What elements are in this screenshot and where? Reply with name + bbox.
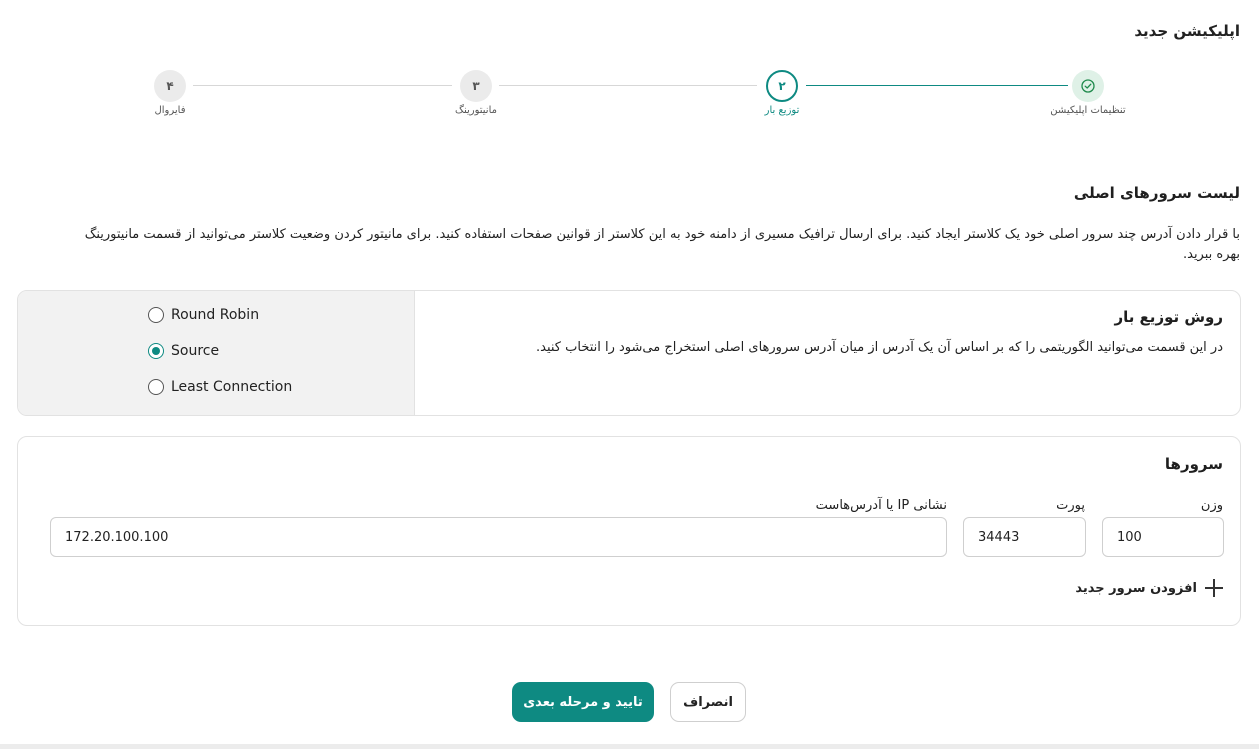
stepper-connector-done <box>806 85 1068 86</box>
radio-label: Least Connection <box>171 379 293 395</box>
weight-label: وزن <box>1200 498 1223 513</box>
port-label: پورت <box>1056 498 1085 513</box>
add-server-label: افزودن سرور جدید <box>1075 580 1197 596</box>
radio-label: Source <box>171 343 220 359</box>
page-title: اپلیکیشن جدید <box>1134 22 1240 40</box>
load-balancing-title: روش توزیع بار <box>1114 308 1223 326</box>
step-1-label: تنظیمات اپلیکیشن <box>1050 105 1126 116</box>
cancel-button[interactable]: انصراف <box>670 682 746 722</box>
load-balancing-options: Round Robin Source Least Connection <box>18 291 415 415</box>
bottom-divider <box>0 744 1259 749</box>
radio-button[interactable] <box>148 379 164 395</box>
plus-icon <box>1205 579 1223 597</box>
servers-card: سرورها وزن پورت نشانی IP یا آدرس‌هاست اف… <box>17 436 1241 626</box>
stepper-connector <box>193 85 452 86</box>
step-4-circle[interactable]: ۴ <box>154 70 186 102</box>
step-2-circle[interactable]: ۲ <box>766 70 798 102</box>
section-description: با قرار دادن آدرس چند سرور اصلی خود یک ک… <box>84 227 1240 262</box>
step-1-circle[interactable] <box>1072 70 1104 102</box>
step-3-circle[interactable]: ۳ <box>460 70 492 102</box>
step-3-label: مانیتورینگ <box>455 105 497 116</box>
port-input[interactable] <box>963 517 1086 557</box>
stepper: تنظیمات اپلیکیشن ۲ توزیع بار ۳ مانیتورین… <box>0 60 1259 130</box>
radio-option-round-robin[interactable]: Round Robin <box>148 307 259 323</box>
host-input[interactable] <box>50 517 947 557</box>
step-4-label: فایروال <box>154 105 186 116</box>
step-2-label: توزیع بار <box>764 105 800 116</box>
radio-button[interactable] <box>148 307 164 323</box>
stepper-connector <box>499 85 757 86</box>
load-balancing-description: در این قسمت می‌توانید الگوریتمی را که بر… <box>536 340 1223 355</box>
weight-input[interactable] <box>1102 517 1224 557</box>
load-balancing-card: Round Robin Source Least Connection روش … <box>17 290 1241 416</box>
radio-label: Round Robin <box>171 307 260 323</box>
servers-title: سرورها <box>1164 455 1223 473</box>
section-title: لیست سرورهای اصلی <box>1073 184 1240 202</box>
add-server-button[interactable]: افزودن سرور جدید <box>1075 579 1223 597</box>
radio-option-least-connection[interactable]: Least Connection <box>148 379 292 395</box>
confirm-next-button[interactable]: تایید و مرحله بعدی <box>512 682 654 722</box>
radio-option-source[interactable]: Source <box>148 343 219 359</box>
radio-button-checked[interactable] <box>148 343 164 359</box>
check-circle-icon <box>1081 79 1095 93</box>
host-label: نشانی IP یا آدرس‌هاست <box>815 498 947 513</box>
